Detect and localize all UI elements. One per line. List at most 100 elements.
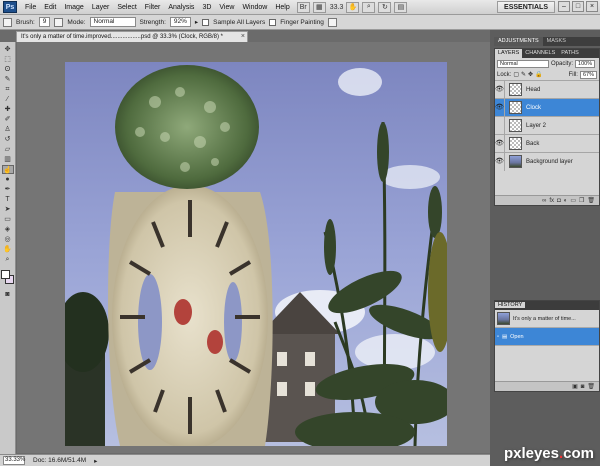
menu-3d[interactable]: 3D bbox=[198, 0, 215, 15]
close-button[interactable]: × bbox=[586, 1, 598, 12]
menu-view[interactable]: View bbox=[215, 0, 238, 15]
visibility-eye-icon[interactable]: 👁 bbox=[495, 98, 505, 117]
quick-mask-icon[interactable]: ◙ bbox=[2, 290, 14, 299]
arrange-documents-icon[interactable]: ▤ bbox=[394, 1, 408, 13]
adjustment-layer-icon[interactable]: ◐ bbox=[564, 198, 568, 204]
tab-history[interactable]: HISTORY bbox=[495, 302, 526, 308]
hand-tool-icon[interactable]: ✋ bbox=[346, 1, 360, 13]
layer-head[interactable]: 👁 Head bbox=[495, 80, 599, 99]
mode-select[interactable]: Normal bbox=[89, 17, 136, 27]
brush-tool-icon[interactable]: ✐ bbox=[2, 115, 14, 124]
document-tab[interactable]: It's only a matter of time.improved.....… bbox=[16, 31, 248, 42]
menu-image[interactable]: Image bbox=[60, 0, 87, 15]
pen-tool-icon[interactable]: ✒ bbox=[2, 185, 14, 194]
layer-clock[interactable]: 👁 Clock bbox=[495, 98, 599, 117]
tab-masks[interactable]: MASKS bbox=[543, 37, 570, 46]
zoom-level[interactable]: 33.3 bbox=[330, 4, 344, 11]
smudge-tool-icon[interactable]: ☝ bbox=[1, 165, 14, 174]
trash-icon[interactable]: 🗑 bbox=[587, 383, 595, 390]
add-mask-icon[interactable]: ◘ bbox=[557, 198, 561, 204]
lock-image-icon[interactable]: ✎ bbox=[521, 71, 526, 78]
rotate-view-icon[interactable]: ↻ bbox=[378, 1, 392, 13]
menu-filter[interactable]: Filter bbox=[141, 0, 165, 15]
layer-background[interactable]: 👁 Background layer bbox=[495, 152, 599, 171]
canvas-area[interactable] bbox=[17, 42, 490, 453]
opacity-input[interactable]: 100% bbox=[575, 59, 596, 68]
history-brush-tool-icon[interactable]: ↺ bbox=[2, 135, 14, 144]
status-menu-arrow-icon[interactable]: ▸ bbox=[94, 457, 97, 465]
marquee-tool-icon[interactable]: ⬚ bbox=[2, 55, 14, 64]
3d-orbit-tool-icon[interactable]: ◎ bbox=[2, 235, 14, 244]
minimize-button[interactable]: – bbox=[558, 1, 570, 12]
bridge-icon[interactable]: Br bbox=[296, 1, 310, 13]
quick-select-tool-icon[interactable]: ✎ bbox=[2, 75, 14, 84]
workspace-switcher[interactable]: ESSENTIALS bbox=[497, 1, 555, 13]
menu-analysis[interactable]: Analysis bbox=[164, 0, 198, 15]
strength-input[interactable]: 92% bbox=[169, 17, 191, 27]
tab-layers[interactable]: LAYERS bbox=[495, 49, 523, 58]
fill-input[interactable]: 67% bbox=[579, 70, 597, 79]
sample-all-layers-checkbox[interactable] bbox=[202, 18, 210, 26]
path-selection-tool-icon[interactable]: ➤ bbox=[2, 205, 14, 214]
pressure-size-icon[interactable] bbox=[327, 17, 337, 27]
layer-layer-2[interactable]: Layer 2 bbox=[495, 116, 599, 135]
shape-tool-icon[interactable]: ▭ bbox=[2, 215, 14, 224]
new-layer-icon[interactable]: ❐ bbox=[579, 197, 584, 204]
eyedropper-tool-icon[interactable]: ⁄ bbox=[2, 95, 14, 104]
new-snapshot-icon[interactable]: ◙ bbox=[581, 384, 585, 390]
hand-tool-icon[interactable]: ✋ bbox=[2, 245, 14, 254]
tab-paths[interactable]: PATHS bbox=[558, 49, 582, 58]
visibility-eye-icon[interactable]: 👁 bbox=[495, 152, 505, 171]
3d-rotate-tool-icon[interactable]: ◈ bbox=[2, 225, 14, 234]
tab-adjustments[interactable]: ADJUSTMENTS bbox=[494, 37, 543, 46]
menu-edit[interactable]: Edit bbox=[40, 0, 60, 15]
history-snapshot[interactable]: It's only a matter of time... bbox=[495, 310, 599, 328]
clone-stamp-tool-icon[interactable]: ♙ bbox=[2, 125, 14, 134]
strength-slider-icon[interactable]: ▸ bbox=[195, 18, 198, 26]
layer-style-icon[interactable]: fx bbox=[549, 198, 554, 204]
crop-tool-icon[interactable]: ⌗ bbox=[2, 85, 14, 94]
maximize-button[interactable]: □ bbox=[572, 1, 584, 12]
link-layers-icon[interactable]: ∞ bbox=[542, 198, 546, 204]
menu-help[interactable]: Help bbox=[271, 0, 293, 15]
zoom-tool-icon[interactable]: ⌕ bbox=[2, 255, 14, 264]
lock-all-icon[interactable]: 🔒 bbox=[535, 71, 542, 78]
screen-mode-icon[interactable]: ▦ bbox=[312, 1, 326, 13]
foreground-color-swatch[interactable] bbox=[0, 270, 10, 279]
smudge-tool-preset-icon[interactable] bbox=[3, 17, 12, 27]
gradient-tool-icon[interactable]: ▥ bbox=[2, 155, 14, 164]
zoom-tool-icon[interactable]: ⌕ bbox=[362, 1, 376, 13]
layer-name: Clock bbox=[526, 104, 542, 111]
layer-back[interactable]: 👁 Back bbox=[495, 134, 599, 153]
type-tool-icon[interactable]: T bbox=[2, 195, 14, 204]
document-title: It's only a matter of time.improved.....… bbox=[21, 34, 223, 40]
tab-channels[interactable]: CHANNELS bbox=[522, 49, 558, 58]
close-document-icon[interactable]: × bbox=[241, 32, 245, 42]
history-brush-source-icon[interactable]: ▫ bbox=[497, 334, 499, 340]
new-document-from-state-icon[interactable]: ▣ bbox=[572, 383, 578, 390]
status-zoom-input[interactable]: 33.33% bbox=[3, 456, 25, 465]
doc-size-readout[interactable]: Doc: 16.6M/51.4M bbox=[33, 457, 86, 464]
brush-panel-toggle-icon[interactable] bbox=[54, 17, 64, 27]
brush-size-picker[interactable]: 9 bbox=[38, 17, 51, 27]
trash-icon[interactable]: 🗑 bbox=[587, 197, 595, 204]
new-group-icon[interactable]: ▭ bbox=[570, 197, 576, 204]
lock-position-icon[interactable]: ✥ bbox=[528, 71, 533, 78]
move-tool-icon[interactable]: ✥ bbox=[2, 45, 14, 54]
visibility-eye-icon[interactable]: 👁 bbox=[495, 134, 505, 153]
eraser-tool-icon[interactable]: ▱ bbox=[2, 145, 14, 154]
finger-painting-checkbox[interactable] bbox=[269, 18, 277, 26]
menu-window[interactable]: Window bbox=[238, 0, 271, 15]
menu-file[interactable]: File bbox=[21, 0, 40, 15]
lock-transparent-icon[interactable]: ▢ bbox=[513, 71, 519, 78]
visibility-toggle-empty[interactable] bbox=[495, 116, 505, 135]
history-state-open[interactable]: ▫ ▤ Open bbox=[495, 328, 599, 346]
menu-layer[interactable]: Layer bbox=[88, 0, 114, 15]
visibility-eye-icon[interactable]: 👁 bbox=[495, 80, 505, 99]
dodge-tool-icon[interactable]: ● bbox=[2, 175, 14, 184]
menu-select[interactable]: Select bbox=[113, 0, 140, 15]
document-canvas[interactable] bbox=[65, 62, 447, 446]
lasso-tool-icon[interactable]: ʘ bbox=[2, 65, 14, 74]
blend-mode-select[interactable]: Normal bbox=[497, 59, 549, 68]
healing-brush-tool-icon[interactable]: ✚ bbox=[2, 105, 14, 114]
